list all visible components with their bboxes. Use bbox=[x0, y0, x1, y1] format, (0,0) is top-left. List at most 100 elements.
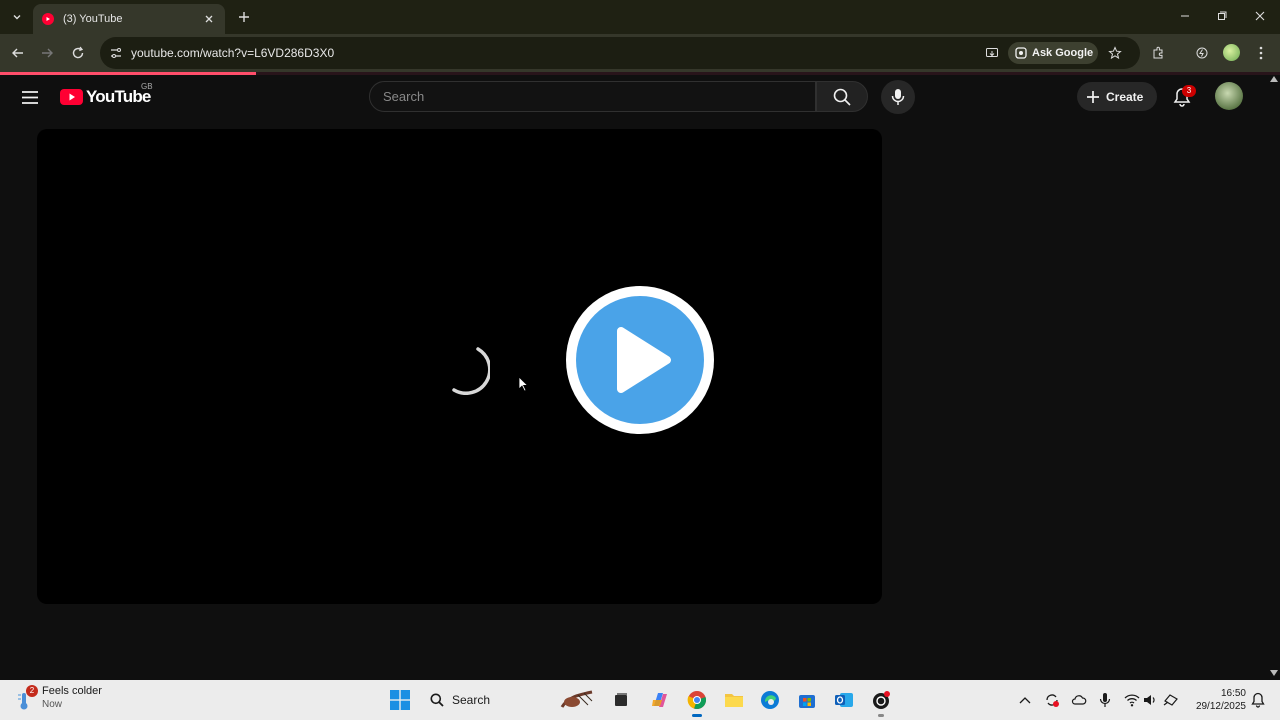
search-input[interactable] bbox=[383, 82, 803, 111]
sync-tray-icon[interactable] bbox=[1044, 692, 1060, 708]
url-text[interactable]: youtube.com/watch?v=L6VD286D3X0 bbox=[131, 46, 334, 60]
weather-subtitle: Now bbox=[42, 699, 63, 710]
chrome-profile-avatar[interactable] bbox=[1223, 44, 1240, 61]
country-code: GB bbox=[141, 82, 153, 91]
task-view-icon bbox=[615, 693, 627, 706]
chatgpt-button[interactable] bbox=[869, 688, 893, 712]
restore-button[interactable] bbox=[1210, 6, 1234, 26]
extensions-button[interactable] bbox=[1147, 42, 1169, 64]
create-button[interactable]: Create bbox=[1077, 82, 1157, 111]
plus-icon bbox=[1087, 90, 1099, 103]
search-icon bbox=[430, 693, 444, 707]
wifi-tray-icon[interactable] bbox=[1124, 692, 1140, 708]
arrow-right-icon bbox=[42, 48, 53, 58]
chevron-down-icon bbox=[13, 15, 21, 20]
chrome-menu-button[interactable] bbox=[1250, 42, 1272, 64]
start-button[interactable] bbox=[388, 688, 412, 712]
back-button[interactable] bbox=[7, 42, 29, 64]
folder-icon bbox=[725, 694, 743, 707]
performance-button[interactable] bbox=[1191, 42, 1213, 64]
taskbar-search-label: Search bbox=[452, 693, 491, 707]
volume-tray-icon[interactable] bbox=[1142, 692, 1158, 708]
notification-bell-icon bbox=[1251, 692, 1265, 708]
new-tab-button[interactable] bbox=[234, 7, 254, 27]
youtube-logo[interactable]: YouTube GB bbox=[60, 82, 153, 107]
outlook-button[interactable] bbox=[832, 688, 856, 712]
edge-button[interactable] bbox=[758, 688, 782, 712]
page-scrollbar[interactable] bbox=[1268, 75, 1280, 680]
search-box[interactable] bbox=[369, 81, 816, 112]
microphone-tray-icon[interactable] bbox=[1097, 692, 1113, 708]
windows-taskbar: 2 Feels colder Now Search 16:50 29/12/20… bbox=[0, 680, 1280, 720]
clock-date: 29/12/2025 bbox=[1195, 701, 1246, 712]
weather-alert-badge: 2 bbox=[26, 685, 38, 697]
battery-tray-icon[interactable] bbox=[1163, 692, 1179, 708]
chrome-icon bbox=[687, 691, 707, 710]
store-icon bbox=[799, 695, 815, 708]
close-tab-icon[interactable] bbox=[201, 11, 217, 27]
search-button[interactable] bbox=[816, 81, 868, 112]
chrome-running-indicator bbox=[692, 714, 702, 717]
arrow-left-icon bbox=[12, 48, 23, 58]
clock-time: 16:50 bbox=[1220, 688, 1246, 699]
play-button-fill bbox=[576, 296, 704, 424]
youtube-masthead: YouTube GB Create bbox=[0, 75, 1268, 120]
youtube-favicon-icon bbox=[42, 13, 54, 25]
forward-button[interactable] bbox=[36, 42, 58, 64]
more-vert-icon bbox=[1259, 46, 1263, 60]
google-lens-icon bbox=[1015, 47, 1027, 59]
copilot-button[interactable] bbox=[648, 688, 672, 712]
notification-count-badge: 3 bbox=[1182, 85, 1196, 97]
play-icon bbox=[617, 327, 671, 393]
large-play-button[interactable] bbox=[566, 286, 714, 434]
file-explorer-button[interactable] bbox=[722, 688, 746, 712]
chrome-taskbar-button[interactable] bbox=[685, 688, 709, 712]
chevron-up-icon bbox=[1019, 697, 1031, 704]
ask-google-label: Ask Google bbox=[1032, 47, 1094, 59]
reload-button[interactable] bbox=[67, 42, 89, 64]
guide-menu-button[interactable] bbox=[18, 85, 42, 109]
address-bar[interactable]: youtube.com/watch?v=L6VD286D3X0 Ask Goog… bbox=[100, 37, 1140, 69]
outlook-icon bbox=[835, 693, 853, 707]
store-button[interactable] bbox=[795, 688, 819, 712]
taskbar-clock[interactable]: 16:50 29/12/2025 bbox=[1188, 687, 1246, 713]
weather-widget[interactable]: 2 Feels colder Now bbox=[16, 685, 102, 711]
browser-tab-strip: (3) YouTube bbox=[0, 0, 1280, 34]
scroll-down-arrow-icon[interactable] bbox=[1270, 670, 1278, 676]
plus-icon bbox=[239, 12, 249, 22]
minimize-icon bbox=[1181, 15, 1189, 17]
browser-toolbar: youtube.com/watch?v=L6VD286D3X0 Ask Goog… bbox=[0, 34, 1280, 72]
loading-spinner-icon bbox=[452, 347, 490, 395]
weather-title: Feels colder bbox=[42, 685, 102, 697]
minimize-button[interactable] bbox=[1173, 6, 1197, 26]
show-hidden-icons-button[interactable] bbox=[1017, 692, 1033, 708]
reload-icon bbox=[72, 46, 84, 59]
youtube-logo-icon bbox=[60, 89, 83, 105]
edge-icon bbox=[761, 691, 779, 709]
voice-search-button[interactable] bbox=[881, 80, 915, 114]
copilot-icon bbox=[652, 693, 667, 707]
taskbar-search[interactable]: Search bbox=[420, 685, 600, 715]
close-window-button[interactable] bbox=[1248, 6, 1272, 26]
puzzle-icon bbox=[1153, 46, 1163, 59]
energy-saver-icon bbox=[1196, 47, 1208, 59]
create-label: Create bbox=[1106, 89, 1144, 104]
video-player[interactable] bbox=[37, 129, 882, 604]
cloud-tray-icon[interactable] bbox=[1071, 692, 1087, 708]
tab-title: (3) YouTube bbox=[63, 13, 123, 25]
bookmark-star-icon[interactable] bbox=[1105, 43, 1125, 63]
restore-icon bbox=[1218, 11, 1227, 20]
tab-search-button[interactable] bbox=[7, 7, 27, 27]
chatgpt-running-indicator bbox=[878, 714, 884, 717]
install-app-icon[interactable] bbox=[982, 43, 1002, 63]
hamburger-icon bbox=[22, 90, 38, 104]
site-info-icon[interactable] bbox=[106, 43, 126, 63]
task-view-button[interactable] bbox=[609, 688, 633, 712]
ask-google-button[interactable]: Ask Google bbox=[1008, 42, 1098, 64]
browser-tab-youtube[interactable]: (3) YouTube bbox=[33, 4, 225, 34]
notification-center-button[interactable] bbox=[1250, 692, 1266, 708]
scroll-up-arrow-icon[interactable] bbox=[1270, 76, 1278, 82]
search-highlight-icon bbox=[560, 690, 593, 708]
account-avatar[interactable] bbox=[1215, 82, 1243, 110]
weather-thermometer-icon: 2 bbox=[16, 685, 38, 711]
